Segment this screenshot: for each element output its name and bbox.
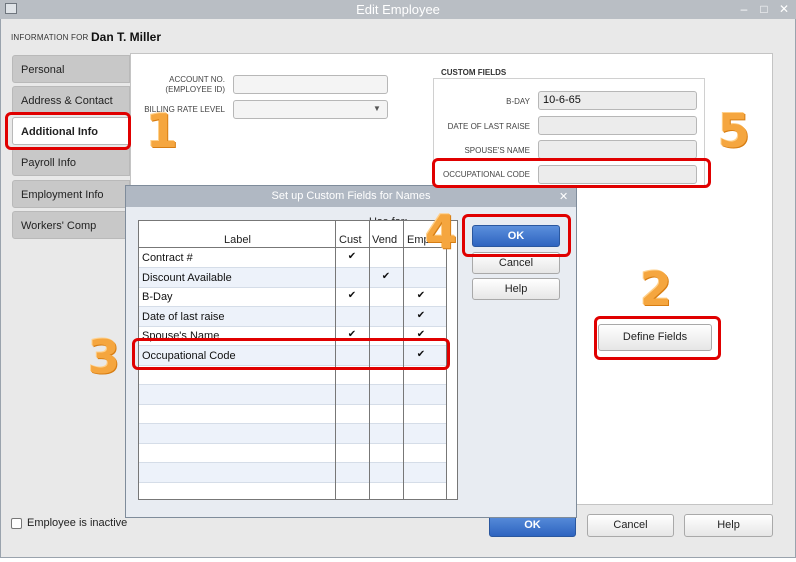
highlight-occupational-code-row: [132, 338, 450, 370]
close-button[interactable]: ✕: [775, 1, 793, 17]
grid-row[interactable]: [139, 404, 447, 424]
tab-payroll-info[interactable]: Payroll Info: [12, 148, 130, 176]
account-no-input[interactable]: [233, 75, 388, 94]
employee-name: Dan T. Miller: [91, 30, 162, 44]
last-raise-input[interactable]: [538, 116, 697, 135]
grid-row[interactable]: Date of last raise ✔: [139, 307, 447, 327]
minimize-button[interactable]: –: [735, 1, 753, 17]
tab-employment-info[interactable]: Employment Info: [12, 180, 130, 208]
highlight-additional-info: [5, 112, 131, 150]
tab-address-contact[interactable]: Address & Contact: [12, 86, 130, 114]
inactive-checkbox[interactable]: [11, 518, 22, 529]
cancel-button[interactable]: Cancel: [587, 514, 674, 537]
help-button[interactable]: Help: [684, 514, 773, 537]
window-title: Edit Employee: [356, 2, 440, 17]
callout-1: 1: [146, 104, 179, 158]
grid-row[interactable]: [139, 482, 447, 499]
column-cust: Cust: [339, 234, 362, 246]
highlight-ok-button: [462, 214, 571, 257]
billing-rate-select[interactable]: [233, 100, 388, 119]
account-no-label: ACCOUNT NO.: [169, 75, 225, 84]
callout-4: 4: [425, 205, 458, 259]
chevron-down-icon: ▼: [373, 104, 381, 113]
maximize-button[interactable]: □: [755, 1, 773, 17]
highlight-occupational-code-field: [432, 158, 711, 188]
grid-row[interactable]: Discount Available ✔: [139, 268, 447, 288]
callout-3: 3: [88, 330, 121, 384]
grid-row[interactable]: [139, 443, 447, 463]
custom-field-label: SPOUSE'S NAME: [464, 146, 530, 155]
employee-id-label: (EMPLOYEE ID): [165, 85, 225, 94]
inactive-label: Employee is inactive: [27, 517, 128, 529]
tab-personal[interactable]: Personal: [12, 55, 130, 83]
callout-5: 5: [718, 104, 751, 158]
bday-input[interactable]: 10-6-65: [538, 91, 697, 110]
grid-scrollbar[interactable]: [457, 244, 458, 494]
grid-row[interactable]: B-Day ✔ ✔: [139, 287, 447, 307]
dialog-help-button[interactable]: Help: [472, 278, 560, 300]
tab-workers-comp[interactable]: Workers' Comp: [12, 211, 130, 239]
column-vend: Vend: [372, 234, 398, 246]
highlight-define-fields: [594, 316, 721, 360]
grid-row[interactable]: [139, 424, 447, 444]
grid-row[interactable]: [139, 385, 447, 405]
spouse-name-input[interactable]: [538, 140, 697, 159]
custom-field-label: B-DAY: [506, 97, 530, 106]
dialog-close-icon[interactable]: ✕: [559, 190, 568, 203]
grid-row[interactable]: Contract # ✔: [139, 248, 447, 268]
grid-row[interactable]: [139, 463, 447, 483]
custom-field-label: DATE OF LAST RAISE: [447, 122, 530, 131]
information-for-label: INFORMATION FOR: [11, 33, 89, 42]
dialog-title: Set up Custom Fields for Names: [271, 190, 431, 202]
column-label: Label: [224, 234, 251, 246]
custom-fields-title: CUSTOM FIELDS: [440, 68, 508, 77]
callout-2: 2: [640, 262, 673, 316]
